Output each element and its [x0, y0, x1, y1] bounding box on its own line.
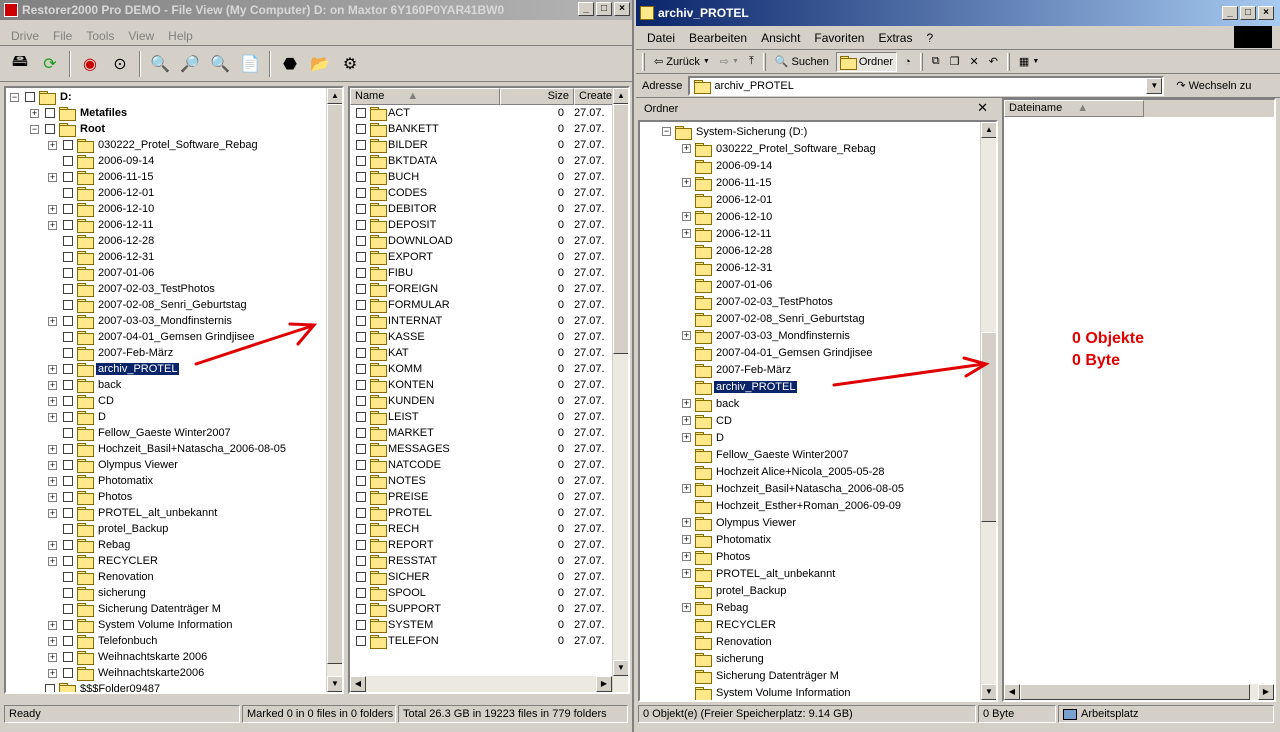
arrow-left [194, 322, 318, 366]
arrow-right [832, 356, 990, 387]
annotation-arrows [194, 322, 990, 387]
